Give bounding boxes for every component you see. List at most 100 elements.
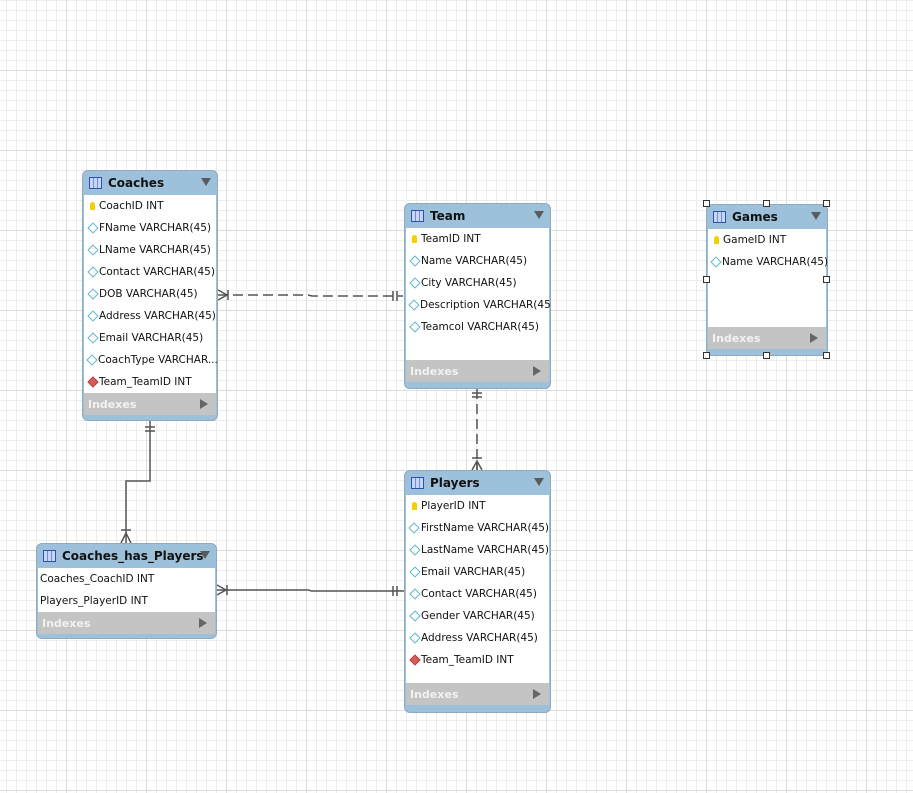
column-row[interactable]: Team_TeamID INT	[84, 371, 216, 393]
resize-handle-s[interactable]	[763, 352, 770, 359]
column-row[interactable]: Teamcol VARCHAR(45)	[406, 316, 549, 338]
table-coaches[interactable]: Coaches CoachID INT FName VARCHAR(45) LN…	[82, 170, 218, 421]
indexes-section[interactable]: Indexes	[406, 683, 549, 705]
primary-key-icon	[412, 502, 417, 510]
column-label: Address VARCHAR(45)	[99, 310, 216, 322]
column-row[interactable]: City VARCHAR(45)	[406, 272, 549, 294]
table-coaches-has-players[interactable]: Coaches_has_Players Coaches_CoachID INT …	[36, 543, 217, 639]
column-row[interactable]: Players_PlayerID INT	[38, 590, 215, 612]
expand-arrow-icon[interactable]	[200, 399, 208, 409]
primary-key-icon	[714, 236, 719, 244]
column-diamond-icon	[408, 255, 421, 267]
column-diamond-icon	[408, 277, 421, 289]
column-label: FName VARCHAR(45)	[99, 222, 212, 234]
column-list: GameID INT Name VARCHAR(45)	[708, 229, 827, 327]
column-label: Contact VARCHAR(45)	[421, 588, 537, 600]
resize-handle-se[interactable]	[823, 352, 830, 359]
column-diamond-icon	[86, 354, 98, 366]
column-label: PlayerID INT	[421, 500, 486, 512]
table-name: Coaches	[108, 176, 165, 190]
column-list: TeamID INT Name VARCHAR(45) City VARCHAR…	[406, 228, 550, 360]
resize-handle-ne[interactable]	[823, 200, 830, 207]
column-row[interactable]: TeamID INT	[406, 228, 549, 250]
column-diamond-icon	[408, 588, 421, 600]
column-label: CoachID INT	[99, 200, 164, 212]
column-row[interactable]: Name VARCHAR(45)	[708, 251, 827, 273]
column-diamond-icon	[408, 321, 421, 333]
column-row[interactable]: Address VARCHAR(45)	[406, 627, 549, 649]
column-label: Team_TeamID INT	[99, 376, 192, 388]
table-games[interactable]: Games GameID INT Name VARCHAR(45) Indexe…	[706, 204, 828, 356]
indexes-label: Indexes	[712, 331, 761, 345]
expand-arrow-icon[interactable]	[533, 689, 541, 699]
collapse-arrow-icon[interactable]	[534, 478, 544, 486]
column-label: Team_TeamID INT	[421, 654, 514, 666]
column-diamond-icon	[86, 222, 99, 234]
collapse-arrow-icon[interactable]	[201, 178, 211, 186]
resize-handle-e[interactable]	[823, 276, 830, 283]
column-label: Contact VARCHAR(45)	[99, 266, 215, 278]
table-header[interactable]: Coaches	[83, 171, 217, 195]
column-row[interactable]: CoachID INT	[84, 195, 216, 217]
indexes-section[interactable]: Indexes	[38, 612, 215, 634]
column-row[interactable]: Email VARCHAR(45)	[406, 561, 549, 583]
column-row[interactable]: FirstName VARCHAR(45)	[406, 517, 549, 539]
column-row[interactable]: LName VARCHAR(45)	[84, 239, 216, 261]
resize-handle-n[interactable]	[763, 200, 770, 207]
resize-handle-nw[interactable]	[703, 200, 710, 207]
column-row[interactable]: Description VARCHAR(45)	[406, 294, 550, 316]
collapse-arrow-icon[interactable]	[534, 211, 544, 219]
column-row[interactable]: Contact VARCHAR(45)	[406, 583, 549, 605]
collapse-arrow-icon[interactable]	[811, 212, 821, 220]
column-row[interactable]: FName VARCHAR(45)	[84, 217, 216, 239]
expand-arrow-icon[interactable]	[810, 333, 818, 343]
primary-key-icon	[90, 202, 95, 210]
column-row[interactable]: CoachType VARCHAR...	[84, 349, 217, 371]
column-row[interactable]: Coaches_CoachID INT	[38, 568, 215, 590]
column-row[interactable]: Gender VARCHAR(45)	[406, 605, 549, 627]
expand-arrow-icon[interactable]	[533, 366, 541, 376]
primary-key-icon	[412, 235, 417, 243]
column-list: PlayerID INT FirstName VARCHAR(45) LastN…	[406, 495, 549, 683]
column-row[interactable]: LastName VARCHAR(45)	[406, 539, 549, 561]
column-diamond-icon	[86, 288, 99, 300]
table-header[interactable]: Coaches_has_Players	[37, 544, 216, 568]
indexes-section[interactable]: Indexes	[708, 327, 826, 349]
column-diamond-icon	[86, 266, 99, 278]
resize-handle-w[interactable]	[703, 276, 710, 283]
column-diamond-icon	[408, 566, 421, 578]
indexes-label: Indexes	[410, 364, 459, 378]
resize-handle-sw[interactable]	[703, 352, 710, 359]
collapse-arrow-icon[interactable]	[200, 551, 210, 559]
column-label: DOB VARCHAR(45)	[99, 288, 198, 300]
table-icon	[411, 477, 424, 489]
column-label: Email VARCHAR(45)	[421, 566, 526, 578]
table-team[interactable]: Team TeamID INT Name VARCHAR(45) City VA…	[404, 203, 551, 389]
indexes-section[interactable]: Indexes	[406, 360, 549, 382]
column-row[interactable]: Name VARCHAR(45)	[406, 250, 549, 272]
column-row[interactable]: Contact VARCHAR(45)	[84, 261, 216, 283]
column-label: Teamcol VARCHAR(45)	[421, 321, 539, 333]
indexes-section[interactable]: Indexes	[84, 393, 216, 415]
table-icon	[411, 210, 424, 222]
table-players[interactable]: Players PlayerID INT FirstName VARCHAR(4…	[404, 470, 551, 713]
column-list: Coaches_CoachID INT Players_PlayerID INT	[38, 568, 215, 612]
table-header[interactable]: Players	[405, 471, 550, 495]
table-header[interactable]: Team	[405, 204, 550, 228]
column-row[interactable]: Email VARCHAR(45)	[84, 327, 216, 349]
indexes-label: Indexes	[42, 616, 91, 630]
column-row[interactable]: Team_TeamID INT	[406, 649, 549, 671]
column-label: FirstName VARCHAR(45)	[420, 522, 549, 534]
column-label: LName VARCHAR(45)	[99, 244, 211, 256]
column-label: Name VARCHAR(45)	[421, 255, 528, 267]
column-row[interactable]: PlayerID INT	[406, 495, 549, 517]
indexes-label: Indexes	[410, 687, 459, 701]
foreign-key-icon	[408, 654, 421, 666]
column-row[interactable]: DOB VARCHAR(45)	[84, 283, 216, 305]
column-diamond-icon	[408, 299, 420, 311]
column-row[interactable]: GameID INT	[708, 229, 826, 251]
expand-arrow-icon[interactable]	[199, 618, 207, 628]
column-row[interactable]: Address VARCHAR(45)	[84, 305, 216, 327]
table-header[interactable]: Games	[707, 205, 827, 229]
column-label: TeamID INT	[421, 233, 481, 245]
